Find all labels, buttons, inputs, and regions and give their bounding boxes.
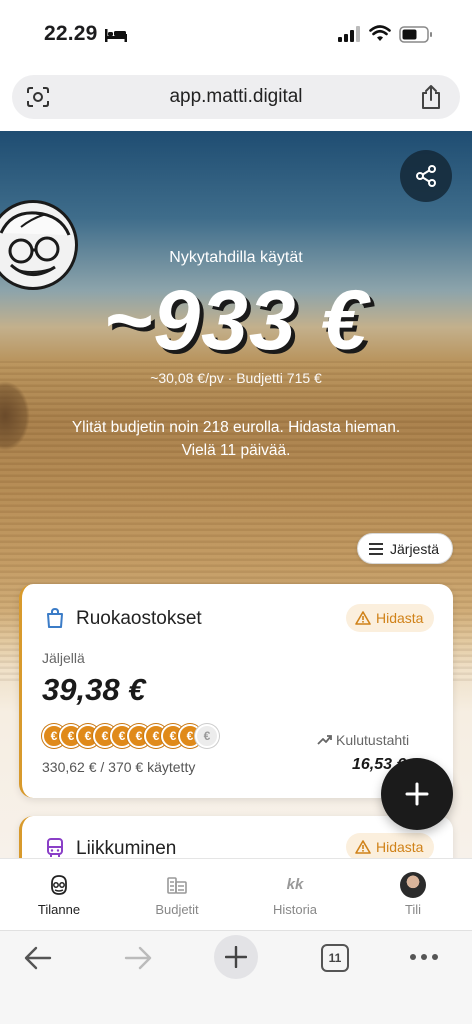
add-transaction-button[interactable]: [381, 758, 453, 830]
plus-icon: [405, 782, 429, 806]
sort-button[interactable]: Järjestä: [357, 533, 453, 564]
spent-summary: 330,62 € / 370 € käytetty: [42, 759, 196, 775]
signal-icon: [338, 26, 360, 42]
avatar: [400, 872, 426, 898]
battery-icon: [399, 26, 432, 43]
status-bar: 22.29: [0, 0, 472, 66]
nav-label: Tilanne: [37, 902, 81, 917]
plus-icon: [225, 946, 247, 968]
pace-caption: Nykytahdilla käytät: [169, 249, 303, 266]
pace-note: Ylität budjetin noin 218 eurolla. Hidast…: [71, 419, 401, 459]
more-dots-icon[interactable]: [409, 953, 439, 961]
nav-label: Tili: [404, 902, 422, 917]
remaining-label: Jäljellä: [42, 650, 85, 666]
nav-item-historia[interactable]: kk Historia: [236, 859, 354, 931]
bottom-nav: Tilanne Budjetit kk Historia Tili: [0, 858, 472, 930]
url-text[interactable]: app.matti.digital: [12, 86, 460, 108]
new-tab-button[interactable]: [214, 935, 258, 979]
pace-daily-budget: ~30,08 €/pv · Budjetti 715 €: [150, 370, 322, 386]
stack-icon: [167, 877, 187, 894]
status-badge-label: Hidasta: [376, 610, 424, 626]
status-badge: Hidasta: [346, 833, 434, 861]
back-arrow-icon[interactable]: [24, 945, 52, 971]
trend-up-icon: [317, 735, 332, 745]
pace-amount: ~933 €: [103, 273, 369, 367]
nav-item-tili[interactable]: Tili: [354, 859, 472, 931]
address-bar[interactable]: app.matti.digital: [12, 75, 460, 119]
menu-lines-icon: [369, 543, 383, 555]
browser-toolbar: 11: [0, 930, 472, 1024]
forward-arrow-icon[interactable]: [124, 945, 152, 971]
tab-switcher-button[interactable]: 11: [321, 944, 349, 972]
field-bush: [0, 381, 30, 451]
wifi-icon: [369, 25, 391, 41]
nav-label: Historia: [272, 902, 318, 917]
bus-icon: [47, 838, 63, 857]
nav-label: Budjetit: [155, 902, 199, 917]
share-nodes-icon: [416, 165, 436, 187]
share-icon[interactable]: [420, 84, 442, 110]
bed-icon: [105, 29, 127, 42]
lens-icon[interactable]: [26, 86, 50, 108]
sort-label: Järjestä: [390, 541, 440, 557]
status-badge: Hidasta: [346, 604, 434, 632]
warning-icon: [355, 840, 371, 854]
kk-icon: kk: [286, 876, 304, 893]
nav-item-tilanne[interactable]: Tilanne: [0, 859, 118, 931]
coin-empty: €: [195, 724, 219, 748]
hero-share-button[interactable]: [400, 150, 452, 202]
card-title: Liikkuminen: [76, 838, 177, 859]
remaining-value: 39,38 €: [42, 672, 146, 707]
shopping-bag-icon: [47, 608, 63, 628]
warning-icon: [355, 611, 371, 625]
budget-card-groceries[interactable]: Ruokaostokset Hidasta Jäljellä 39,38 € €…: [19, 584, 453, 798]
status-badge-label: Hidasta: [376, 839, 424, 855]
nav-item-budjetit[interactable]: Budjetit: [118, 859, 236, 931]
face-icon: [51, 875, 67, 895]
status-time: 22.29: [44, 22, 98, 45]
trend-label: Kulutustahti: [336, 732, 410, 748]
card-title: Ruokaostokset: [76, 608, 202, 629]
